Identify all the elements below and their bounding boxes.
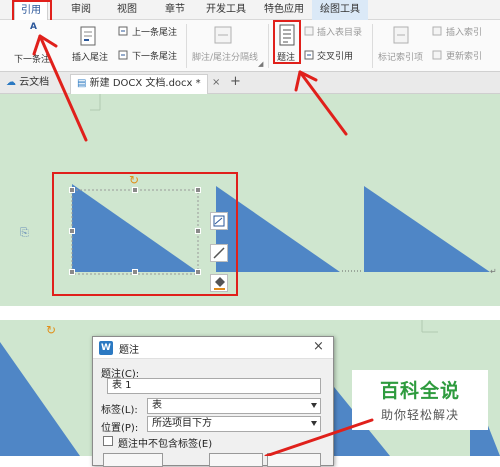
arrow-to-caption <box>298 70 348 136</box>
annotation-arrows <box>32 34 374 456</box>
arrow-to-dialog <box>264 418 374 456</box>
arrow-to-tab <box>38 34 88 142</box>
